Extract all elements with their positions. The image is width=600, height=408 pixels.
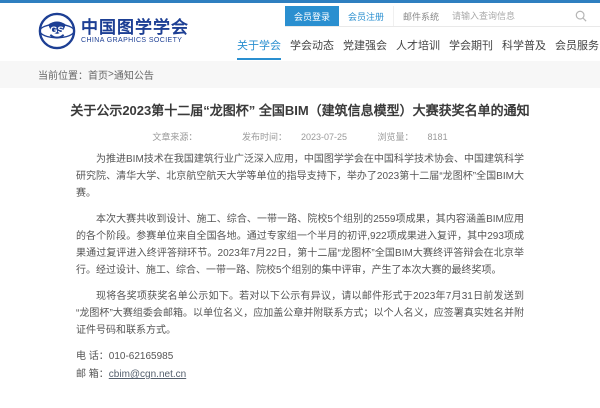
search-box <box>452 6 587 26</box>
member-register-button[interactable]: 会员注册 <box>339 6 394 26</box>
meta-source: 文章来源： <box>145 132 218 142</box>
site-header: GS 中国图学学会 CHINA GRAPHICS SOCIETY 会员登录 会员… <box>0 3 600 61</box>
article-meta: 文章来源： 发布时间：2023-07-25 浏览量：8181 <box>58 130 542 143</box>
site-logo[interactable]: GS 中国图学学会 CHINA GRAPHICS SOCIETY <box>38 12 189 50</box>
paragraph-2: 本次大赛共收到设计、施工、综合、一带一路、院校5个组别的2559项成果，其内容涵… <box>76 211 524 279</box>
phone-label: 电 话： <box>76 351 109 362</box>
site-name-en: CHINA GRAPHICS SOCIETY <box>81 37 189 44</box>
phone-value: 010-62165985 <box>109 351 174 362</box>
globe-emblem-icon: GS <box>38 12 76 50</box>
nav-item-news[interactable]: 学会动态 <box>290 37 334 60</box>
paragraph-3: 现将各奖项获奖名单公示如下。若对以下公示有异议，请以邮件形式于2023年7月31… <box>76 288 524 339</box>
site-title-block: 中国图学学会 CHINA GRAPHICS SOCIETY <box>81 18 189 44</box>
email-link[interactable]: cbim@cgn.net.cn <box>109 369 186 380</box>
nav-item-party[interactable]: 党建强会 <box>343 37 387 60</box>
nav-item-about[interactable]: 关于学会 <box>237 37 281 60</box>
mail-system-button[interactable]: 邮件系统 <box>394 6 448 26</box>
article-content: 关于公示2023第十二届“龙图杯” 全国BIM（建筑信息模型）大赛获奖名单的通知… <box>0 88 600 408</box>
member-login-button[interactable]: 会员登录 <box>285 6 339 26</box>
breadcrumb-label: 当前位置： <box>38 67 88 82</box>
main-nav: 关于学会 学会动态 党建强会 人才培训 学会期刊 科学普及 会员服务 团体标准 … <box>237 37 600 60</box>
nav-item-member[interactable]: 会员服务 <box>555 37 599 60</box>
breadcrumb-home-link[interactable]: 首页 <box>88 67 108 82</box>
meta-views: 浏览量：8181 <box>371 132 455 142</box>
nav-item-training[interactable]: 人才培训 <box>396 37 440 60</box>
meta-views-value: 8181 <box>428 132 448 142</box>
meta-publish: 发布时间：2023-07-25 <box>235 132 354 142</box>
breadcrumb: 当前位置： 首页 > 通知公告 <box>0 61 600 88</box>
paragraph-1: 为推进BIM技术在我国建筑行业广泛深入应用，中国图学学会在中国科学技术协会、中国… <box>76 151 524 202</box>
article-body: 为推进BIM技术在我国建筑行业广泛深入应用，中国图学学会在中国科学技术协会、中国… <box>58 151 542 408</box>
site-name-cn: 中国图学学会 <box>81 18 189 37</box>
search-icon[interactable] <box>575 10 587 22</box>
breadcrumb-current-link[interactable]: 通知公告 <box>114 67 154 82</box>
utility-bar: 会员登录 会员注册 邮件系统 <box>285 6 600 27</box>
svg-text:GS: GS <box>50 25 64 36</box>
search-input[interactable] <box>452 11 557 21</box>
nav-item-journal[interactable]: 学会期刊 <box>449 37 493 60</box>
email-line: 邮 箱：cbim@cgn.net.cn <box>76 366 542 384</box>
page-title: 关于公示2023第十二届“龙图杯” 全国BIM（建筑信息模型）大赛获奖名单的通知 <box>58 102 542 120</box>
phone-line: 电 话：010-62165985 <box>76 348 542 366</box>
nav-item-science[interactable]: 科学普及 <box>502 37 546 60</box>
meta-publish-value: 2023-07-25 <box>301 132 347 142</box>
email-label: 邮 箱： <box>76 369 109 380</box>
